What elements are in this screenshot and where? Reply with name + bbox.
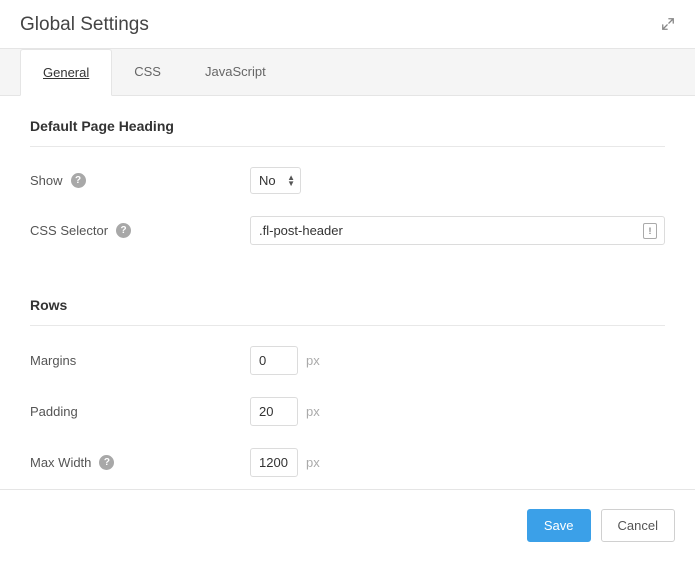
expand-icon[interactable] (661, 17, 675, 34)
padding-label: Padding (30, 404, 78, 419)
css-selector-input[interactable] (250, 216, 665, 245)
save-button[interactable]: Save (527, 509, 591, 542)
show-label: Show (30, 173, 63, 188)
tab-css[interactable]: CSS (112, 49, 183, 95)
css-selector-label: CSS Selector (30, 223, 108, 238)
tabs: General CSS JavaScript (0, 49, 695, 96)
cancel-button[interactable]: Cancel (601, 509, 675, 542)
tab-general[interactable]: General (20, 49, 112, 96)
help-icon[interactable]: ? (99, 455, 114, 470)
show-select[interactable]: No (250, 167, 301, 194)
selector-picker-icon[interactable]: ! (643, 223, 657, 239)
max-width-label: Max Width (30, 455, 91, 470)
margins-label: Margins (30, 353, 76, 368)
footer: Save Cancel (0, 489, 695, 561)
margins-input[interactable] (250, 346, 298, 375)
page-title: Global Settings (20, 14, 149, 36)
help-icon[interactable]: ? (116, 223, 131, 238)
padding-input[interactable] (250, 397, 298, 426)
unit-px: px (306, 455, 320, 470)
section-rows: Rows (30, 297, 665, 326)
tab-javascript[interactable]: JavaScript (183, 49, 288, 95)
unit-px: px (306, 353, 320, 368)
max-width-input[interactable] (250, 448, 298, 477)
help-icon[interactable]: ? (71, 173, 86, 188)
content-panel: Default Page Heading Show ? No ▲▼ CSS Se… (0, 98, 695, 489)
section-default-page-heading: Default Page Heading (30, 118, 665, 147)
unit-px: px (306, 404, 320, 419)
